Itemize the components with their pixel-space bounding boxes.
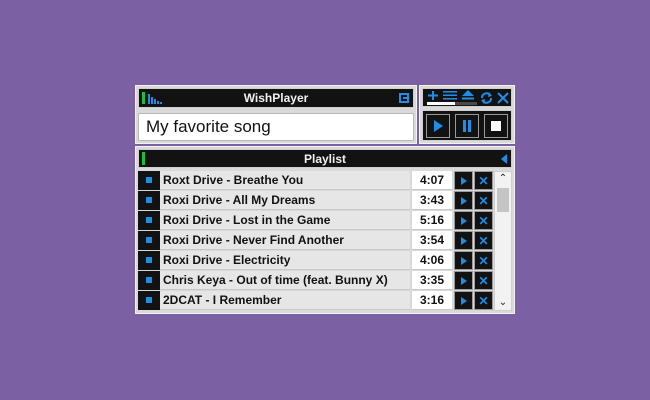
track-select-icon[interactable] <box>138 191 160 210</box>
close-icon: ✕ <box>478 293 489 308</box>
track-select-icon[interactable] <box>138 231 160 250</box>
eject-icon[interactable] <box>461 90 475 100</box>
track-name: Roxt Drive - Breathe You <box>160 171 410 190</box>
playlist-row[interactable]: Roxi Drive - Lost in the Game 5:16 ✕ <box>138 211 493 230</box>
playlist-title: Playlist <box>303 152 347 166</box>
player-titlebar[interactable]: WishPlayer <box>138 88 414 108</box>
scroll-up-icon[interactable]: ⌃ <box>495 172 511 186</box>
close-icon: ✕ <box>478 233 489 248</box>
repeat-icon[interactable] <box>480 92 493 104</box>
pause-button[interactable] <box>455 114 479 138</box>
list-icon[interactable] <box>443 91 457 100</box>
track-name: Roxi Drive - Never Find Another <box>160 231 410 250</box>
menu-icon[interactable] <box>399 93 409 103</box>
playlist-row[interactable]: 2DCAT - I Remember 3:16 ✕ <box>138 291 493 310</box>
playlist-header: Playlist <box>138 149 512 168</box>
track-select-icon[interactable] <box>138 251 160 270</box>
play-icon <box>460 196 467 205</box>
play-icon <box>460 176 467 185</box>
transport-bar <box>422 110 512 141</box>
track-select-icon[interactable] <box>138 291 160 310</box>
play-icon <box>460 276 467 285</box>
stop-button[interactable] <box>484 114 508 138</box>
track-duration: 4:06 <box>412 251 452 270</box>
track-remove-button[interactable]: ✕ <box>474 231 493 250</box>
scroll-down-icon[interactable]: ⌄ <box>495 296 511 310</box>
controls-toolbar <box>422 88 512 107</box>
player-panel: WishPlayer My favorite song <box>135 85 417 144</box>
pause-icon <box>463 120 471 132</box>
track-name: Roxi Drive - Lost in the Game <box>160 211 410 230</box>
track-name: Roxi Drive - Electricity <box>160 251 410 270</box>
collapse-arrow-icon[interactable] <box>501 154 507 164</box>
close-icon: ✕ <box>478 213 489 228</box>
track-remove-button[interactable]: ✕ <box>474 251 493 270</box>
plus-icon[interactable] <box>427 91 439 100</box>
app-title: WishPlayer <box>243 91 309 105</box>
track-remove-button[interactable]: ✕ <box>474 191 493 210</box>
close-icon[interactable] <box>497 92 509 104</box>
playlist-row[interactable]: Chris Keya - Out of time (feat. Bunny X)… <box>138 271 493 290</box>
track-play-button[interactable] <box>454 251 473 270</box>
play-icon <box>434 120 443 132</box>
track-name: Chris Keya - Out of time (feat. Bunny X) <box>160 271 410 290</box>
play-icon <box>460 296 467 305</box>
track-duration: 3:16 <box>412 291 452 310</box>
close-icon: ✕ <box>478 193 489 208</box>
track-remove-button[interactable]: ✕ <box>474 211 493 230</box>
play-icon <box>460 236 467 245</box>
track-select-icon[interactable] <box>138 211 160 230</box>
playlist-row[interactable]: Roxi Drive - Never Find Another 3:54 ✕ <box>138 231 493 250</box>
playlist-row[interactable]: Roxi Drive - All My Dreams 3:43 ✕ <box>138 191 493 210</box>
track-name: Roxi Drive - All My Dreams <box>160 191 410 210</box>
track-select-icon[interactable] <box>138 171 160 190</box>
current-song-display: My favorite song <box>138 113 414 141</box>
playlist-scrollbar[interactable]: ⌃ ⌄ <box>494 171 512 311</box>
playlist-row[interactable]: Roxi Drive - Electricity 4:06 ✕ <box>138 251 493 270</box>
track-duration: 3:54 <box>412 231 452 250</box>
close-icon: ✕ <box>478 253 489 268</box>
stop-icon <box>491 121 501 131</box>
track-play-button[interactable] <box>454 271 473 290</box>
close-icon: ✕ <box>478 173 489 188</box>
track-duration: 3:43 <box>412 191 452 210</box>
track-select-icon[interactable] <box>138 271 160 290</box>
track-play-button[interactable] <box>454 171 473 190</box>
playlist-row[interactable]: Roxt Drive - Breathe You 4:07 ✕ <box>138 171 493 190</box>
scroll-thumb[interactable] <box>497 188 509 212</box>
playlist-panel: Playlist Roxt Drive - Breathe You 4:07 ✕… <box>135 146 515 314</box>
controls-panel <box>419 85 515 144</box>
play-button[interactable] <box>426 114 450 138</box>
volume-fill <box>427 102 455 105</box>
track-duration: 5:16 <box>412 211 452 230</box>
current-song-title: My favorite song <box>146 117 271 136</box>
track-remove-button[interactable]: ✕ <box>474 171 493 190</box>
track-remove-button[interactable]: ✕ <box>474 271 493 290</box>
track-play-button[interactable] <box>454 191 473 210</box>
track-duration: 4:07 <box>412 171 452 190</box>
close-icon: ✕ <box>478 273 489 288</box>
track-name: 2DCAT - I Remember <box>160 291 410 310</box>
track-duration: 3:35 <box>412 271 452 290</box>
track-play-button[interactable] <box>454 291 473 310</box>
track-play-button[interactable] <box>454 211 473 230</box>
track-play-button[interactable] <box>454 231 473 250</box>
play-icon <box>460 256 467 265</box>
play-icon <box>460 216 467 225</box>
volume-slider[interactable] <box>427 102 477 105</box>
playlist-tracks: Roxt Drive - Breathe You 4:07 ✕ Roxi Dri… <box>138 171 493 311</box>
track-remove-button[interactable]: ✕ <box>474 291 493 310</box>
